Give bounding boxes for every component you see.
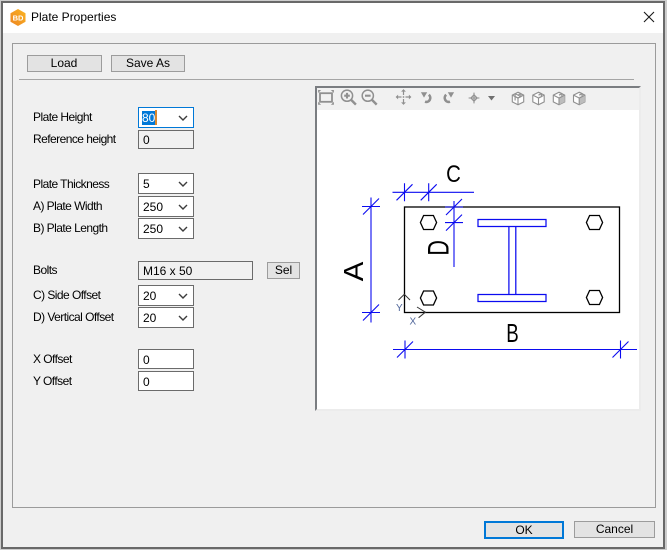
svg-text:X: X	[410, 317, 417, 328]
svg-text:C: C	[446, 160, 461, 187]
svg-text:A: A	[339, 261, 370, 281]
svg-text:B: B	[506, 318, 518, 348]
svg-text:BD: BD	[13, 14, 24, 23]
svg-text:Y: Y	[396, 303, 403, 314]
svg-text:D: D	[421, 240, 455, 256]
